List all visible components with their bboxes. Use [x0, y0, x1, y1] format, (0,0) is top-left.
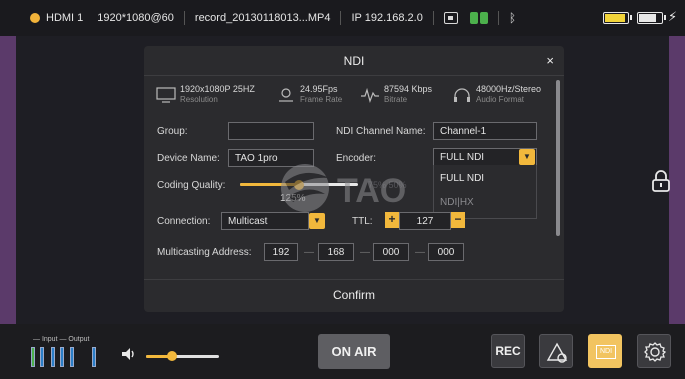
dialog-title: NDI	[343, 54, 365, 68]
headphones-icon	[454, 87, 470, 102]
connection-select[interactable]: Multicast	[221, 212, 309, 230]
audio-meter-bar	[70, 347, 74, 367]
chevron-down-icon: ▼	[523, 152, 531, 161]
input-status-dot	[30, 13, 40, 23]
sd-card-icon	[469, 12, 488, 24]
multicast-address-label: Multicasting Address:	[157, 247, 252, 258]
preview-frame-right	[669, 36, 685, 324]
bitrate-icon	[361, 87, 379, 103]
streaming-button[interactable]	[539, 334, 573, 368]
confirm-button[interactable]: Confirm	[144, 288, 564, 302]
ttl-decrement-button[interactable]: −	[451, 212, 465, 228]
encoder-option-full-ndi[interactable]: FULL NDI	[440, 173, 484, 184]
dialog-header: NDI ×	[144, 46, 564, 76]
settings-button[interactable]	[637, 334, 671, 368]
multicast-octet-4[interactable]: 000	[428, 243, 464, 261]
volume-handle[interactable]	[166, 351, 177, 361]
ndi-button[interactable]: NDI	[588, 334, 622, 368]
preview-frame-left	[0, 36, 16, 324]
info-frame-rate: 24.95Fps Frame Rate	[276, 84, 342, 105]
input-source: HDMI 1	[46, 12, 84, 24]
status-bar: HDMI 1 1920*1080@60 record_20130118013..…	[0, 0, 685, 36]
monitor-icon	[156, 86, 176, 103]
ttl-input[interactable]: 127	[399, 212, 451, 230]
battery-2-icon	[637, 12, 666, 24]
channel-name-input[interactable]: Channel-1	[433, 122, 537, 140]
framerate-icon	[279, 87, 293, 102]
connection-label: Connection:	[157, 216, 211, 227]
audio-meter-bar	[31, 347, 35, 367]
separator: —	[415, 247, 425, 258]
audio-meter-bar	[51, 347, 55, 367]
coding-quality-label: Coding Quality:	[157, 180, 226, 191]
ttl-increment-button[interactable]: +	[385, 212, 399, 228]
chevron-down-icon: ▼	[313, 216, 321, 225]
group-input[interactable]	[228, 122, 314, 140]
gear-icon	[644, 342, 667, 362]
signal-info-row: 1920x1080P 25HZ Resolution 24.95Fps Frame …	[156, 84, 550, 114]
battery-1-icon	[603, 12, 632, 24]
audio-meter-bar	[92, 347, 96, 367]
recording-file: record_20130118013...MP4	[194, 12, 331, 24]
input-meter-label: — Input — Output	[33, 336, 90, 343]
ttl-label: TTL:	[352, 216, 373, 227]
ndi-dialog: NDI × 1920x1080P 25HZ Resolution 24.95Fps…	[144, 46, 564, 312]
device-name-input[interactable]: TAO 1pro	[228, 149, 314, 167]
channel-name-label: NDI Channel Name:	[336, 126, 426, 137]
info-audio-format: 48000Hz/Stereo Audio Format	[452, 84, 541, 105]
separator: —	[304, 247, 314, 258]
coding-quality-handle[interactable]	[294, 180, 304, 190]
coding-quality-fill	[240, 183, 299, 186]
info-bitrate: 87594 Kbps Bitrate	[360, 84, 432, 105]
bluetooth-icon: ᛒ	[508, 11, 517, 25]
power-plug-icon: ⚡	[668, 9, 678, 24]
storage-icon	[443, 12, 458, 24]
divider	[497, 11, 499, 25]
audio-meter-bar	[40, 347, 44, 367]
resolution-readout: 1920*1080@60	[97, 12, 174, 24]
encoder-label: Encoder:	[336, 153, 377, 164]
divider	[144, 279, 564, 280]
rec-button[interactable]: REC	[491, 334, 525, 368]
close-button[interactable]: ×	[546, 53, 554, 68]
connection-dropdown-button[interactable]: ▼	[309, 213, 325, 229]
encoder-dropdown-list: FULL NDI NDI|HX	[433, 165, 537, 219]
multicast-octet-2[interactable]: 168	[318, 243, 354, 261]
ndi-button-label: NDI	[596, 345, 616, 359]
coding-quality-hint: 75% 50%	[368, 180, 407, 190]
scrollbar[interactable]	[556, 80, 560, 236]
divider	[183, 11, 185, 25]
encoder-option-ndi-hx[interactable]: NDI|HX	[440, 197, 474, 208]
multicast-octet-1[interactable]: 192	[264, 243, 298, 261]
separator: —	[360, 247, 370, 258]
audio-meter-bar	[60, 347, 64, 367]
multicast-octet-3[interactable]: 000	[373, 243, 409, 261]
ip-address: IP 192.168.2.0	[351, 12, 423, 24]
divider	[432, 11, 434, 25]
speaker-icon[interactable]	[121, 347, 137, 361]
triangle-layers-icon	[546, 342, 568, 363]
on-air-button[interactable]: ON AIR	[318, 334, 390, 369]
info-resolution: 1920x1080P 25HZ Resolution	[156, 84, 255, 105]
divider	[340, 11, 342, 25]
encoder-dropdown-button[interactable]: ▼	[519, 149, 535, 165]
device-name-label: Device Name:	[157, 153, 220, 164]
lock-icon[interactable]	[651, 170, 671, 192]
group-label: Group:	[157, 126, 188, 137]
coding-quality-value: 125%	[280, 193, 306, 204]
